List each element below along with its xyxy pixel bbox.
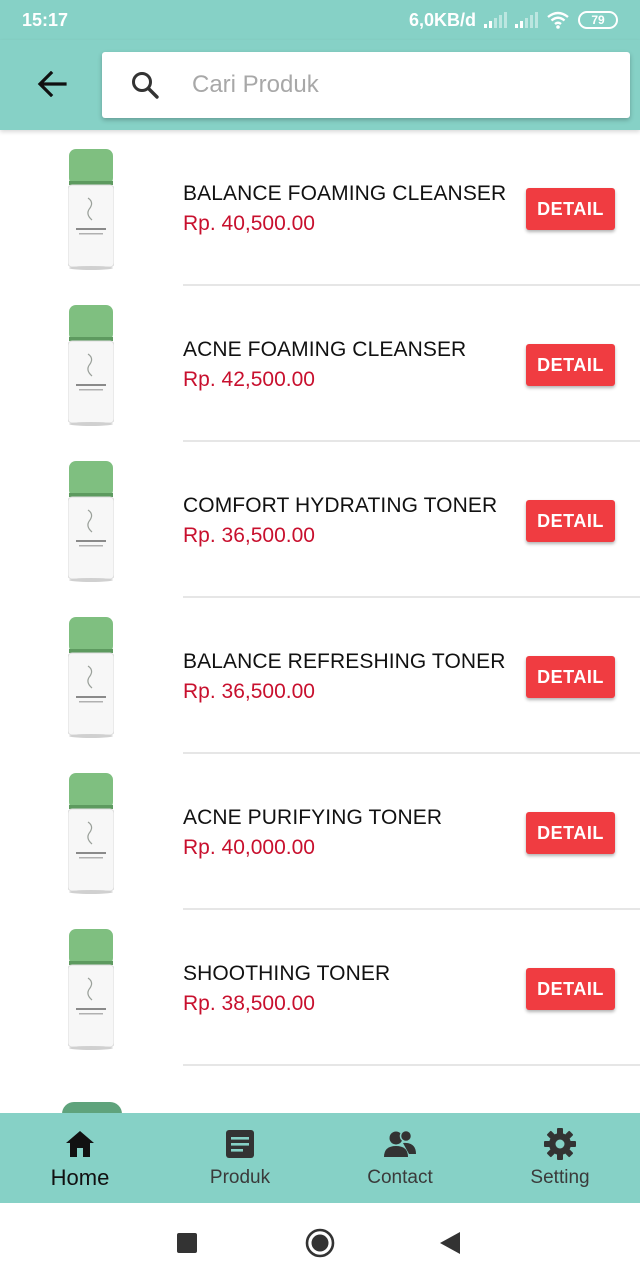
recents-icon[interactable] [177, 1233, 197, 1253]
app-bar [0, 40, 640, 130]
arrow-left-icon [37, 71, 67, 97]
product-bottle-image [68, 305, 114, 426]
system-navigation-bar [0, 1203, 640, 1280]
product-list: BALANCE FOAMING CLEANSER Rp. 40,500.00 D… [0, 130, 640, 1114]
status-bar: 15:17 6,0KB/d 79 [0, 0, 640, 40]
document-icon [226, 1130, 254, 1158]
product-bottle-image [68, 149, 114, 270]
product-name: BALANCE REFRESHING TONER [183, 650, 506, 673]
nav-label: Setting [530, 1167, 590, 1188]
nav-label: Home [50, 1165, 110, 1190]
contacts-icon [384, 1129, 416, 1157]
detail-button[interactable]: DETAIL [526, 188, 615, 230]
home-circle-icon[interactable] [305, 1228, 335, 1258]
product-name: SHOOTHING TONER [183, 962, 391, 985]
nav-item-produk[interactable]: Produk [160, 1113, 320, 1203]
back-button[interactable] [30, 64, 74, 104]
list-item[interactable]: BALANCE FOAMING CLEANSER Rp. 40,500.00 D… [0, 130, 640, 286]
list-item[interactable]: SHOOTHING TONER Rp. 38,500.00 DETAIL [0, 910, 640, 1066]
product-bottle-image [68, 617, 114, 738]
nav-label: Produk [209, 1167, 271, 1188]
gear-icon [544, 1128, 576, 1160]
search-icon [132, 72, 159, 99]
product-bottle-image [68, 929, 114, 1050]
detail-button[interactable]: DETAIL [526, 344, 615, 386]
product-bottle-image [68, 773, 114, 894]
wifi-icon [547, 11, 569, 29]
list-item[interactable]: ACNE PURIFYING TONER Rp. 40,000.00 DETAI… [0, 754, 640, 910]
detail-button[interactable]: DETAIL [526, 656, 615, 698]
nav-item-setting[interactable]: Setting [480, 1113, 640, 1203]
nav-item-home[interactable]: Home [0, 1113, 160, 1203]
search-input[interactable] [192, 71, 592, 99]
product-price: Rp. 36,500.00 [183, 680, 315, 703]
nav-item-contact[interactable]: Contact [320, 1113, 480, 1203]
product-price: Rp. 38,500.00 [183, 992, 315, 1015]
product-price: Rp. 40,000.00 [183, 836, 315, 859]
list-item[interactable]: ACNE FOAMING CLEANSER Rp. 42,500.00 DETA… [0, 286, 640, 442]
product-name: ACNE PURIFYING TONER [183, 806, 443, 829]
product-name: ACNE FOAMING CLEANSER [183, 338, 467, 361]
product-price: Rp. 42,500.00 [183, 368, 315, 391]
bottom-navigation: Home Produk Contact Setting [0, 1113, 640, 1203]
signal-icon [484, 12, 507, 28]
list-item[interactable]: COMFORT HYDRATING TONER Rp. 36,500.00 DE… [0, 442, 640, 598]
list-item[interactable]: BALANCE REFRESHING TONER Rp. 36,500.00 D… [0, 598, 640, 754]
nav-label: Contact [367, 1167, 433, 1188]
back-triangle-icon[interactable] [440, 1232, 460, 1254]
battery-level: 79 [591, 13, 605, 27]
network-speed: 6,0KB/d [408, 9, 476, 30]
product-name: BALANCE FOAMING CLEANSER [183, 182, 507, 205]
battery-icon: 79 [578, 11, 618, 29]
status-time: 15:17 [22, 9, 69, 30]
signal-icon [515, 12, 538, 28]
status-icons: 6,0KB/d 79 [409, 10, 618, 31]
detail-button[interactable]: DETAIL [526, 812, 615, 854]
home-icon [66, 1131, 94, 1157]
search-bar[interactable] [102, 52, 630, 118]
product-bottle-image [68, 461, 114, 582]
product-price: Rp. 36,500.00 [183, 524, 315, 547]
product-price: Rp. 40,500.00 [183, 212, 315, 235]
detail-button[interactable]: DETAIL [526, 968, 615, 1010]
detail-button[interactable]: DETAIL [526, 500, 615, 542]
product-name: COMFORT HYDRATING TONER [183, 494, 498, 517]
